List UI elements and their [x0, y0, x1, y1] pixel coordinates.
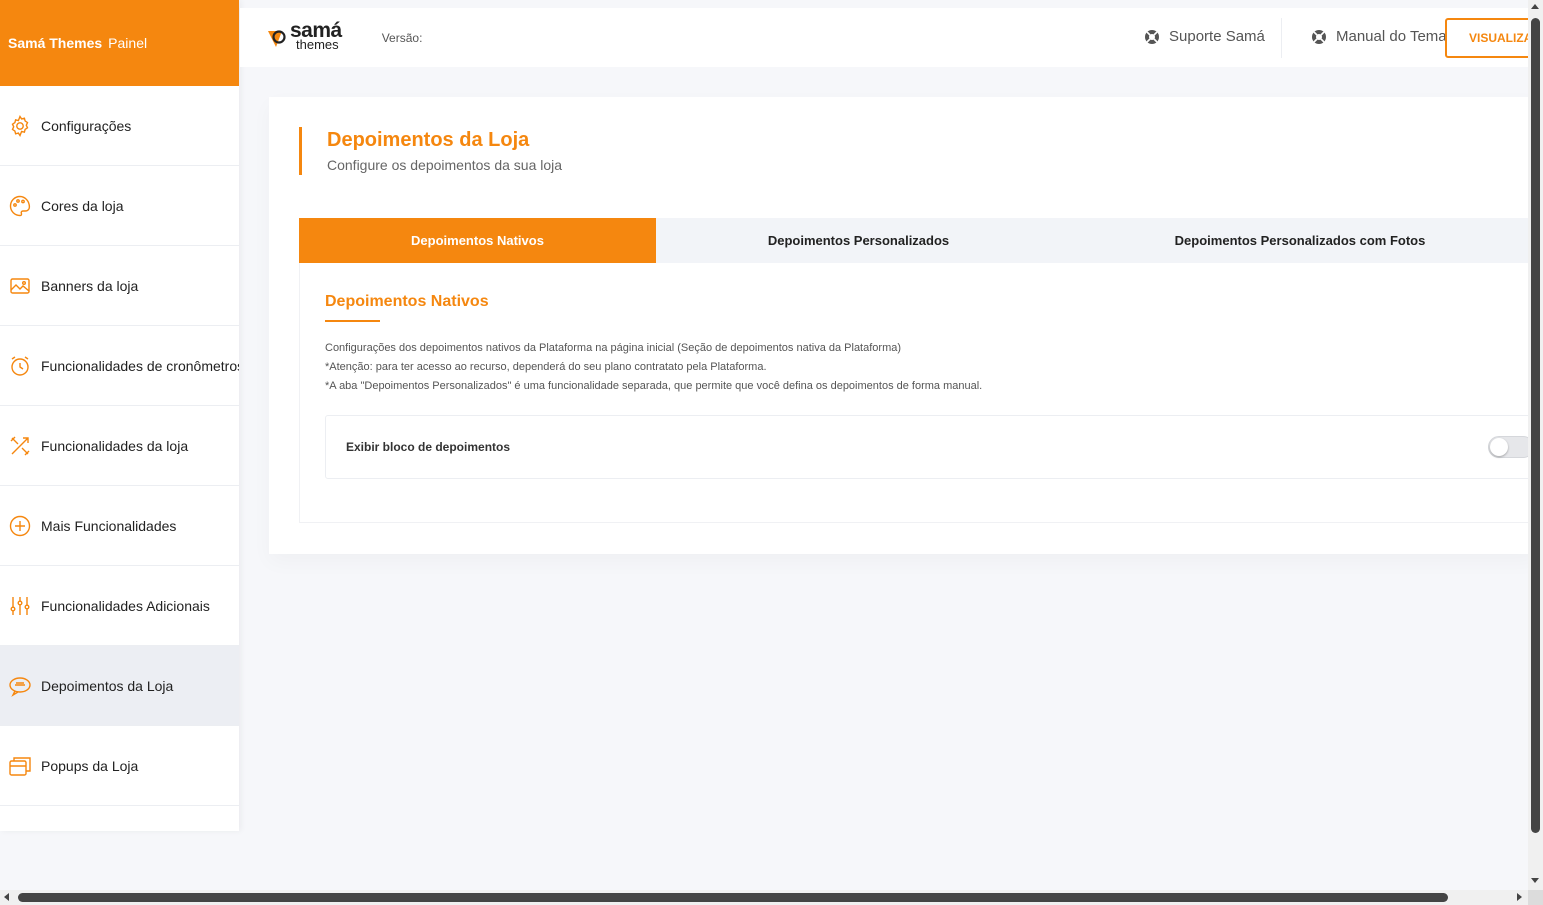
brand-name: Samá Themes — [8, 35, 103, 51]
sidebar-item-label: Mais Funcionalidades — [41, 517, 177, 534]
description-line: Configurações dos depoimentos nativos da… — [325, 342, 902, 354]
page-title: Depoimentos da Loja — [327, 129, 530, 151]
vertical-scroll-thumb[interactable] — [1531, 18, 1540, 833]
sidebar-item-cores[interactable]: Cores da loja — [0, 166, 239, 246]
lifebuoy-icon — [1145, 29, 1159, 44]
version-label: Versão: — [381, 30, 423, 45]
sidebar-item-label: Configurações — [41, 117, 132, 134]
gear-icon — [8, 114, 32, 138]
sidebar-item-mais-funcionalidades[interactable]: Mais Funcionalidades — [0, 486, 239, 566]
title-accent-bar — [299, 127, 302, 175]
palette-icon — [8, 194, 32, 218]
scroll-down-arrow-icon[interactable] — [1531, 878, 1539, 883]
sidebar-item-funcionalidades-adicionais[interactable]: Funcionalidades Adicionais — [0, 566, 239, 646]
scroll-right-arrow-icon[interactable] — [1517, 893, 1522, 901]
chat-icon — [8, 674, 32, 698]
alarm-clock-icon — [8, 354, 32, 378]
sidebar-item-label: Banners da loja — [41, 277, 139, 294]
logo-word-themes: themes — [296, 36, 339, 52]
support-label: Suporte Samá — [1169, 28, 1265, 45]
exibir-bloco-toggle[interactable] — [1488, 436, 1528, 458]
content-card: Depoimentos da Loja Configure os depoime… — [269, 97, 1528, 554]
brand-header: Samá Themes Painel — [0, 0, 239, 86]
option-label: Exibir bloco de depoimentos — [346, 440, 511, 454]
sliders-icon — [8, 594, 32, 618]
vertical-scrollbar[interactable] — [1528, 0, 1543, 890]
sidebar-item-funcionalidades-loja[interactable]: Funcionalidades da loja — [0, 406, 239, 486]
sidebar-item-cronometros[interactable]: Funcionalidades de cronômetros — [0, 326, 239, 406]
description-line: *A aba "Depoimentos Personalizados" é um… — [325, 380, 983, 392]
section-description: Configurações dos depoimentos nativos da… — [325, 339, 982, 396]
tabs: Depoimentos Nativos Depoimentos Personal… — [299, 218, 1528, 263]
toggle-knob — [1490, 438, 1508, 456]
tab-panel: Depoimentos Nativos Configurações dos de… — [299, 263, 1528, 523]
sidebar-item-configuracoes[interactable]: Configurações — [0, 86, 239, 166]
manual-link[interactable]: Manual do Tema — [1311, 28, 1447, 45]
plus-circle-icon — [8, 514, 32, 538]
sidebar: Samá Themes Painel Configurações Cores d… — [0, 0, 239, 831]
scrollbar-corner — [1528, 890, 1543, 905]
sidebar-item-label: Funcionalidades Adicionais — [41, 597, 210, 614]
sidebar-item-popups[interactable]: Popups da Loja — [0, 726, 239, 806]
sidebar-item-depoimentos[interactable]: Depoimentos da Loja — [0, 646, 239, 726]
option-row-exibir-bloco: Exibir bloco de depoimentos — [325, 415, 1528, 479]
tab-depoimentos-personalizados-fotos[interactable]: Depoimentos Personalizados com Fotos — [1061, 218, 1528, 263]
description-line: *Atenção: para ter acesso ao recurso, de… — [325, 361, 767, 373]
topbar: samá themes Versão: Suporte Samá Manual … — [240, 8, 1528, 67]
section-title: Depoimentos Nativos — [325, 293, 489, 310]
tab-depoimentos-nativos[interactable]: Depoimentos Nativos — [299, 218, 656, 263]
lifebuoy-icon — [1312, 29, 1326, 44]
app-viewport: Samá Themes Painel Configurações Cores d… — [0, 0, 1528, 890]
sidebar-item-label: Popups da Loja — [41, 757, 139, 774]
sidebar-item-banners[interactable]: Banners da loja — [0, 246, 239, 326]
section-title-underline — [325, 320, 380, 322]
sidebar-item-label: Depoimentos da Loja — [41, 677, 174, 694]
tab-depoimentos-personalizados[interactable]: Depoimentos Personalizados — [656, 218, 1061, 263]
support-link[interactable]: Suporte Samá — [1144, 28, 1265, 45]
popup-window-icon — [8, 754, 32, 778]
sidebar-item-label: Funcionalidades da loja — [41, 437, 189, 454]
image-icon — [8, 274, 32, 298]
tools-icon — [8, 434, 32, 458]
horizontal-scrollbar[interactable] — [0, 890, 1528, 905]
topbar-divider — [1281, 18, 1282, 58]
manual-label: Manual do Tema — [1336, 28, 1447, 45]
scroll-up-arrow-icon[interactable] — [1531, 4, 1539, 9]
preview-button[interactable]: VISUALIZAR — [1445, 18, 1528, 58]
scroll-left-arrow-icon[interactable] — [4, 893, 9, 901]
logo-mark-icon — [268, 29, 286, 47]
brand-suffix: Painel — [108, 35, 148, 51]
page-subtitle: Configure os depoimentos da sua loja — [327, 157, 563, 173]
sama-logo[interactable]: samá themes — [268, 20, 342, 52]
sidebar-item-label: Funcionalidades de cronômetros — [41, 357, 239, 374]
sidebar-item-label: Cores da loja — [41, 197, 124, 214]
horizontal-scroll-thumb[interactable] — [18, 893, 1448, 902]
